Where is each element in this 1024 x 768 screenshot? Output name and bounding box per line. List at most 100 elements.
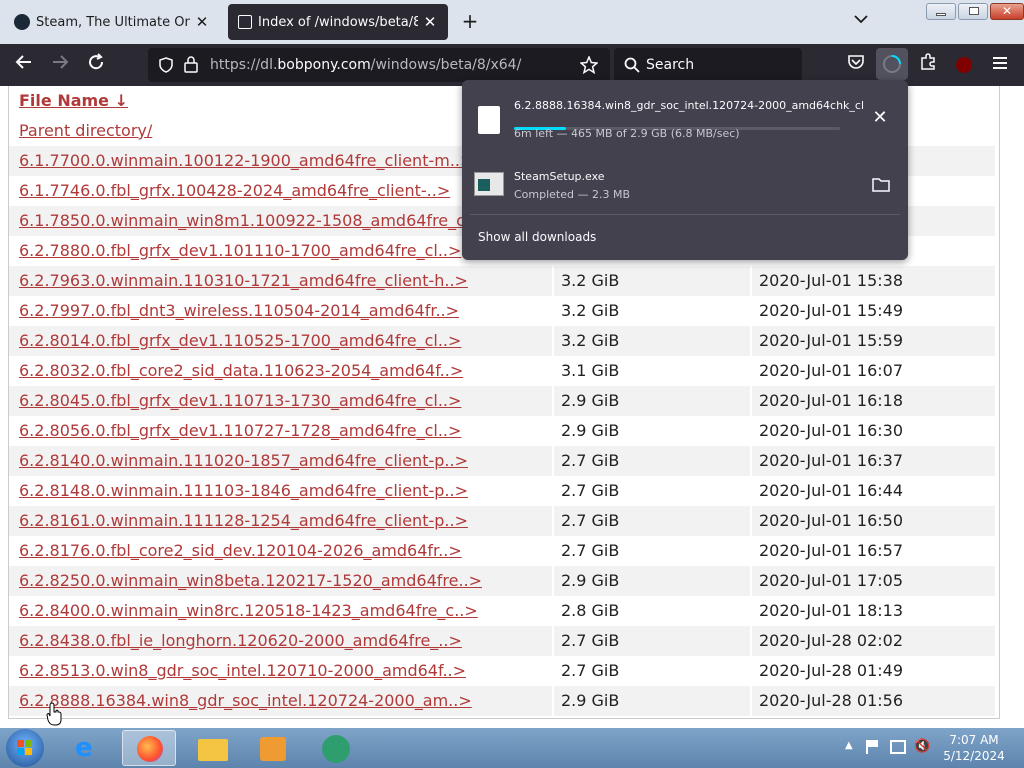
column-separator <box>552 626 554 656</box>
parent-directory-link[interactable]: Parent directory/ <box>19 121 152 140</box>
show-all-downloads-button[interactable]: Show all downloads <box>478 230 596 244</box>
file-date-cell: 2020-Jul-01 17:05 <box>759 571 904 590</box>
taskbar-app[interactable] <box>308 730 362 766</box>
file-link[interactable]: 6.2.7997.0.fbl_dnt3_wireless.110504-2014… <box>19 301 459 320</box>
file-link[interactable]: 6.2.7880.0.fbl_grfx_dev1.101110-1700_amd… <box>19 241 461 260</box>
search-placeholder: Search <box>646 57 695 73</box>
table-row: 6.2.8148.0.winmain.111103-1846_amd64fre_… <box>9 476 995 506</box>
file-name-cell: 6.2.8400.0.winmain_win8rc.120518-1423_am… <box>19 601 478 620</box>
restore-button[interactable] <box>958 3 988 20</box>
file-link[interactable]: 6.2.8056.0.fbl_grfx_dev1.110727-1728_amd… <box>19 421 461 440</box>
media-player-icon <box>260 737 286 761</box>
file-date-cell: 2020-Jul-01 15:59 <box>759 331 904 350</box>
file-link[interactable]: 6.2.8438.0.fbl_ie_longhorn.120620-2000_a… <box>19 631 462 650</box>
url-prefix: https://dl. <box>210 57 278 73</box>
table-row: 6.2.8176.0.fbl_core2_sid_dev.120104-2026… <box>9 536 995 566</box>
search-input[interactable]: Search <box>614 48 802 82</box>
name-column-header[interactable]: File Name ↓ <box>19 91 128 110</box>
file-link[interactable]: 6.2.8148.0.winmain.111103-1846_amd64fre_… <box>19 481 468 500</box>
download-filename: SteamSetup.exe <box>514 170 605 183</box>
url-text[interactable]: https://dl.bobpony.com/windows/beta/8/x6… <box>210 57 521 73</box>
column-separator <box>552 656 554 686</box>
file-link[interactable]: 6.2.8045.0.fbl_grfx_dev1.110713-1730_amd… <box>19 391 461 410</box>
exe-file-icon <box>474 172 504 196</box>
column-separator <box>552 506 554 536</box>
reload-button[interactable] <box>84 53 108 77</box>
file-date-cell: 2020-Jul-01 15:49 <box>759 301 904 320</box>
minimize-button[interactable] <box>926 3 956 20</box>
forward-button[interactable] <box>48 53 72 77</box>
file-date-cell: 2020-Jul-01 15:38 <box>759 271 904 290</box>
bookmark-star-icon[interactable] <box>580 56 598 74</box>
clock-time: 7:07 AM <box>949 733 999 747</box>
download-status: Completed — 2.3 MB <box>514 188 631 201</box>
file-date-cell: 2020-Jul-28 01:49 <box>759 661 904 680</box>
flag-icon[interactable] <box>866 740 880 754</box>
column-separator <box>552 536 554 566</box>
pocket-button[interactable] <box>844 53 868 77</box>
back-button[interactable] <box>12 53 36 77</box>
column-separator <box>750 446 752 476</box>
file-link[interactable]: 6.2.8032.0.fbl_core2_sid_data.110623-205… <box>19 361 463 380</box>
column-separator <box>552 686 554 716</box>
menu-button[interactable] <box>988 53 1012 77</box>
extensions-button[interactable] <box>916 53 940 77</box>
file-link[interactable]: 6.1.7700.0.winmain.100122-1900_amd64fre_… <box>19 151 473 170</box>
forward-arrow-icon <box>53 55 69 69</box>
file-date-cell: 2020-Jul-01 16:50 <box>759 511 904 530</box>
file-link[interactable]: 6.2.8161.0.winmain.111128-1254_amd64fre_… <box>19 511 468 530</box>
file-size-cell: 2.7 GiB <box>561 661 620 680</box>
close-tab-icon[interactable]: ✕ <box>422 13 438 31</box>
hamburger-icon <box>993 57 1007 69</box>
file-link[interactable]: 6.1.7746.0.fbl_grfx.100428-2024_amd64fre… <box>19 181 450 200</box>
ublock-button[interactable] <box>952 53 976 77</box>
folder-icon[interactable] <box>872 177 890 192</box>
file-date-cell: 2020-Jul-01 16:07 <box>759 361 904 380</box>
list-tabs-icon[interactable] <box>854 12 868 28</box>
file-name-cell: 6.2.8140.0.winmain.111020-1857_amd64fre_… <box>19 451 468 470</box>
column-separator <box>750 356 752 386</box>
file-link[interactable]: 6.2.8888.16384.win8_gdr_soc_intel.120724… <box>19 691 472 710</box>
panel-divider <box>470 214 900 215</box>
cancel-download-icon[interactable]: ✕ <box>870 108 890 128</box>
column-separator <box>750 626 752 656</box>
tab-steam[interactable]: Steam, The Ultimate Online Game Platform… <box>4 4 220 40</box>
download-item-active[interactable]: 6.2.8888.16384.win8_gdr_soc_intel.120724… <box>470 90 900 150</box>
taskbar-explorer[interactable] <box>186 730 240 766</box>
start-button[interactable] <box>6 729 44 767</box>
file-name-cell: 6.2.8148.0.winmain.111103-1846_amd64fre_… <box>19 481 468 500</box>
network-icon[interactable] <box>890 740 906 754</box>
download-progress-icon <box>883 55 901 73</box>
taskbar-ie[interactable]: e <box>62 730 116 766</box>
file-link[interactable]: 6.2.7963.0.winmain.110310-1721_amd64fre_… <box>19 271 468 290</box>
downloads-panel: 6.2.8888.16384.win8_gdr_soc_intel.120724… <box>462 80 908 260</box>
shield-icon[interactable] <box>158 57 174 73</box>
column-separator <box>552 386 554 416</box>
file-link[interactable]: 6.1.7850.0.winmain_win8m1.100922-1508_am… <box>19 211 489 230</box>
address-bar[interactable]: https://dl.bobpony.com/windows/beta/8/x6… <box>148 48 610 82</box>
taskbar-firefox[interactable] <box>122 730 176 766</box>
file-size-cell: 2.7 GiB <box>561 631 620 650</box>
show-hidden-icons[interactable]: ▲ <box>845 740 853 751</box>
close-tab-icon[interactable]: ✕ <box>194 13 210 31</box>
file-name-cell: 6.2.8032.0.fbl_core2_sid_data.110623-205… <box>19 361 463 380</box>
table-row: 6.2.8014.0.fbl_grfx_dev1.110525-1700_amd… <box>9 326 995 356</box>
file-link[interactable]: 6.2.8400.0.winmain_win8rc.120518-1423_am… <box>19 601 478 620</box>
file-link[interactable]: 6.2.8140.0.winmain.111020-1857_amd64fre_… <box>19 451 468 470</box>
downloads-button[interactable] <box>876 48 908 80</box>
file-link[interactable]: 6.2.8513.0.win8_gdr_soc_intel.120710-200… <box>19 661 466 680</box>
system-clock[interactable]: 7:07 AM 5/12/2024 <box>930 732 1018 764</box>
column-separator <box>750 296 752 326</box>
file-name-cell: 6.2.8056.0.fbl_grfx_dev1.110727-1728_amd… <box>19 421 461 440</box>
file-link[interactable]: 6.2.8176.0.fbl_core2_sid_dev.120104-2026… <box>19 541 462 560</box>
taskbar-media-player[interactable] <box>246 730 300 766</box>
lock-icon[interactable] <box>184 56 198 73</box>
file-link[interactable]: 6.2.8250.0.winmain_win8beta.120217-1520_… <box>19 571 482 590</box>
close-window-button[interactable]: ✕ <box>990 3 1024 20</box>
volume-muted-icon[interactable]: 🔇 <box>914 739 930 754</box>
download-item-completed[interactable]: SteamSetup.exe Completed — 2.3 MB <box>470 160 900 208</box>
column-separator <box>750 506 752 536</box>
file-link[interactable]: 6.2.8014.0.fbl_grfx_dev1.110525-1700_amd… <box>19 331 461 350</box>
tab-index[interactable]: Index of /windows/beta/8/x64/ ✕ <box>228 4 448 40</box>
new-tab-button[interactable]: + <box>458 9 482 33</box>
